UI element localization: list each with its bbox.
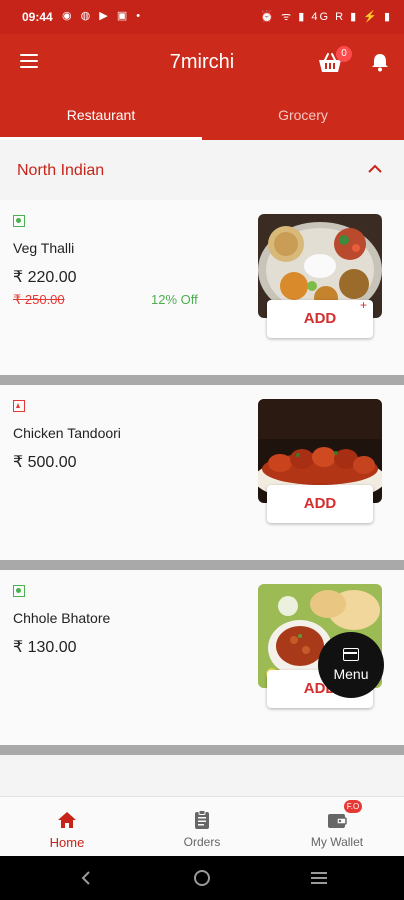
item-discount: 12% Off bbox=[151, 292, 198, 307]
veg-indicator-icon bbox=[13, 215, 25, 227]
status-bar: 09:44 ◉ ◍ ▶ ▣ • ⏰ ᯤ ▮ 4G R ▮ ⚡ ▮ bbox=[0, 0, 404, 34]
divider bbox=[0, 745, 404, 755]
add-button-label: ADD bbox=[303, 495, 337, 512]
nav-label: My Wallet bbox=[310, 835, 364, 849]
item-mrp: ₹ 250.00 bbox=[13, 292, 65, 307]
wallet-badge: F.O bbox=[344, 800, 362, 813]
nav-label: Orders bbox=[183, 835, 221, 849]
nav-my-wallet[interactable]: F.O My Wallet bbox=[270, 797, 404, 857]
plus-icon: + bbox=[359, 298, 367, 312]
add-button[interactable]: ADD + bbox=[267, 298, 373, 338]
menu-item-card: Chicken Tandoori ₹ 500.00 ADD bbox=[0, 385, 404, 560]
chevron-up-icon[interactable] bbox=[368, 164, 382, 174]
add-button-label: ADD bbox=[303, 310, 337, 327]
system-status-icons: ⏰ ᯤ ▮ 4G R ▮ ⚡ ▮ bbox=[260, 11, 392, 23]
back-icon[interactable] bbox=[78, 870, 94, 886]
tab-grocery[interactable]: Grocery bbox=[202, 92, 404, 140]
item-price: ₹ 500.00 bbox=[13, 454, 77, 471]
app-bar: 7mirchi 0 bbox=[0, 34, 404, 92]
item-price: ₹ 130.00 bbox=[13, 639, 77, 656]
menu-fab-label: Menu bbox=[333, 666, 369, 682]
status-time: 09:44 bbox=[22, 10, 53, 24]
category-header[interactable]: North Indian bbox=[0, 140, 404, 200]
home-circle-icon[interactable] bbox=[193, 869, 211, 887]
notification-icons: ◉ ◍ ▶ ▣ • bbox=[62, 10, 144, 22]
add-button[interactable]: ADD bbox=[267, 485, 373, 523]
item-price: ₹ 220.00 bbox=[13, 269, 77, 286]
divider bbox=[0, 560, 404, 570]
menu-fab-button[interactable]: Menu bbox=[318, 632, 384, 698]
veg-indicator-icon bbox=[13, 585, 25, 597]
divider bbox=[0, 375, 404, 385]
wallet-icon bbox=[328, 814, 347, 828]
nav-home[interactable]: Home bbox=[0, 797, 134, 857]
system-nav-bar bbox=[0, 856, 404, 900]
nav-label: Home bbox=[49, 835, 85, 850]
tab-bar: Restaurant Grocery bbox=[0, 92, 404, 140]
item-name: Chicken Tandoori bbox=[13, 425, 121, 441]
tab-restaurant[interactable]: Restaurant bbox=[0, 92, 202, 140]
home-icon bbox=[58, 812, 76, 828]
nav-orders[interactable]: Orders bbox=[135, 797, 269, 857]
menu-item-card: Veg Thalli ₹ 220.00 ₹ 250.00 12% Off ADD… bbox=[0, 200, 404, 375]
recent-apps-icon[interactable] bbox=[310, 870, 328, 886]
item-name: Chhole Bhatore bbox=[13, 610, 111, 626]
item-name: Veg Thalli bbox=[13, 240, 75, 256]
non-veg-indicator-icon bbox=[13, 400, 25, 412]
cart-count-badge: 0 bbox=[336, 46, 352, 62]
clipboard-icon bbox=[195, 810, 209, 829]
category-title: North Indian bbox=[17, 162, 105, 179]
bottom-navigation: Home Orders F.O My Wallet bbox=[0, 796, 404, 857]
bell-icon[interactable] bbox=[370, 52, 390, 72]
menu-card-icon bbox=[343, 648, 359, 661]
